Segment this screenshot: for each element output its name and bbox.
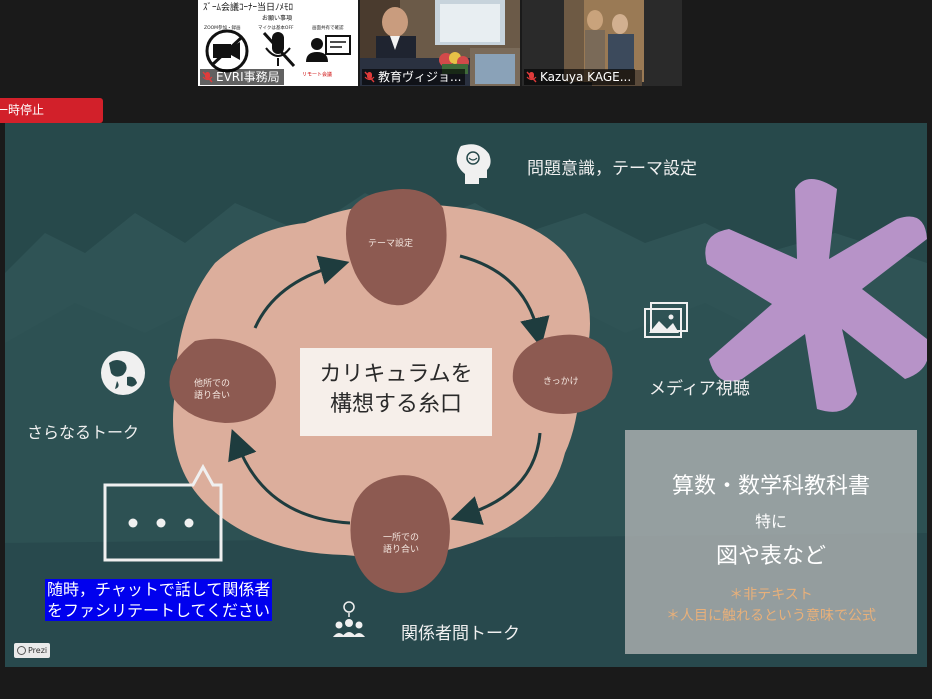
- central-concept-box: カリキュラムを 構想する糸口: [300, 348, 492, 436]
- prezi-logo-icon: [17, 646, 26, 655]
- prezi-label: Prezi: [28, 646, 48, 655]
- participant-name: 教育ヴィジョ...: [362, 69, 466, 85]
- brain-head-icon: [456, 144, 491, 184]
- stone-theme-label: テーマ設定: [368, 239, 414, 249]
- pause-share-button[interactable]: 一時停止: [0, 98, 103, 123]
- participant-tile[interactable]: Kazuya KAGE...: [522, 0, 682, 86]
- tile-label-3: 画面共有で確認: [312, 24, 344, 31]
- topic-left-label: さらなるトーク: [27, 423, 140, 442]
- participant-tile[interactable]: ｽﾞｰﾑ会議ｺｰﾅｰ当日ﾉﾒﾓﾛ お願い事項 ZOOM参加・録画 マイクは基本O…: [198, 0, 358, 86]
- chat-note-line-1: 随時，チャットで話して関係者: [47, 580, 271, 599]
- participant-name: EVRI事務局: [200, 69, 284, 85]
- topic-bottom-label: 関係者間トーク: [401, 624, 520, 644]
- textbook-info-box: 算数・数学科教科書 特に 図や表など ＊非テキスト ＊人目に触れるという意味で公…: [625, 430, 917, 654]
- participant-name-label: Kazuya KAGE...: [540, 70, 632, 84]
- pause-share-label: 一時停止: [0, 103, 45, 117]
- central-concept-line-2: 構想する糸口: [329, 392, 462, 417]
- mic-muted-icon: [526, 71, 537, 83]
- participant-name-label: 教育ヴィジョ...: [378, 70, 462, 84]
- participant-tile[interactable]: 教育ヴィジョ...: [360, 0, 520, 86]
- mic-muted-icon: [364, 71, 375, 83]
- tile-footer-text: リモート会議: [302, 71, 332, 78]
- tile-label-2: マイクは基本OFF: [258, 24, 294, 31]
- zoom-meeting-window: ｽﾞｰﾑ会議ｺｰﾅｰ当日ﾉﾒﾓﾛ お願い事項 ZOOM参加・録画 マイクは基本O…: [0, 0, 932, 699]
- info-note-2: ＊人目に触れるという意味で公式: [666, 608, 876, 624]
- chat-facilitation-note: 随時，チャットで話して関係者 をファシリテートしてください: [45, 579, 273, 621]
- tile-label-1: ZOOM参加・録画: [204, 24, 241, 31]
- globe-icon: [101, 351, 145, 395]
- mic-muted-icon: [202, 71, 213, 83]
- shared-slide: 問題意識，テーマ設定 メディア視聴 さらなるトーク 関係者間トーク テーマ設定 …: [5, 123, 927, 667]
- info-line-1: 算数・数学科教科書: [671, 474, 870, 499]
- info-note-1: ＊非テキスト: [729, 587, 813, 603]
- topic-right-label: メディア視聴: [649, 379, 750, 399]
- tile-header-text: ｽﾞｰﾑ会議ｺｰﾅｰ当日ﾉﾒﾓﾛ: [203, 1, 293, 13]
- stone-local-label-2: 語り合い: [383, 545, 420, 555]
- participant-name: Kazuya KAGE...: [524, 69, 636, 85]
- chat-note-line-2: をファシリテートしてください: [47, 601, 271, 620]
- stone-other-label-2: 語り合い: [194, 391, 231, 401]
- tile-subheader-text: お願い事項: [262, 14, 292, 22]
- stone-trigger-label: きっかけ: [543, 377, 579, 387]
- participant-name-label: EVRI事務局: [216, 70, 280, 84]
- prezi-badge[interactable]: Prezi: [14, 643, 50, 658]
- central-concept-line-1: カリキュラムを: [319, 362, 473, 387]
- info-line-2: 特に: [754, 512, 787, 531]
- topic-top-label: 問題意識，テーマ設定: [527, 159, 697, 179]
- info-line-3: 図や表など: [715, 544, 826, 569]
